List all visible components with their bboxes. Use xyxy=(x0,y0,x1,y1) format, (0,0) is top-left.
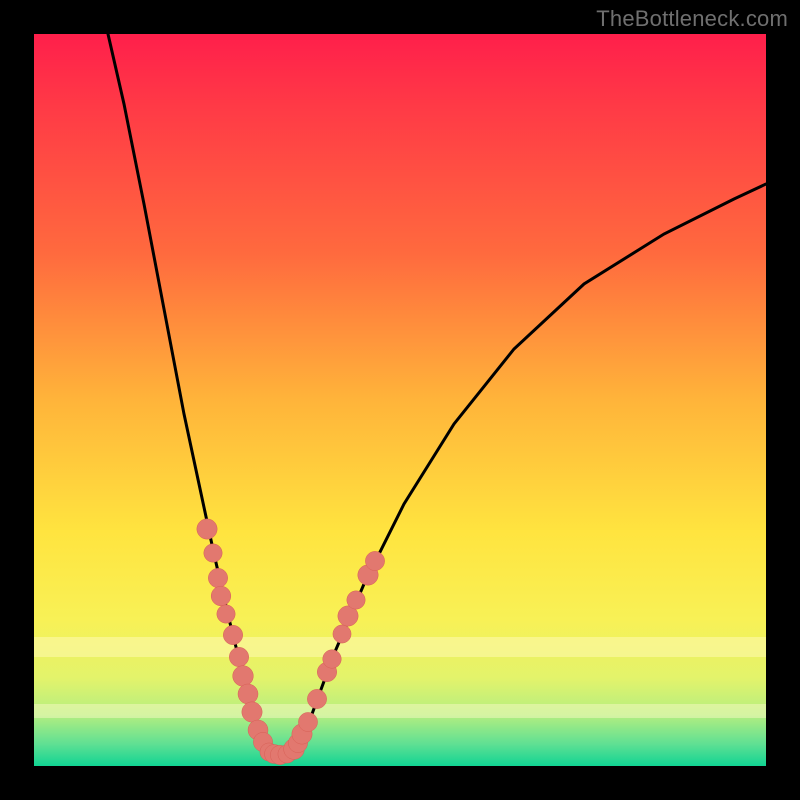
watermark-text: TheBottleneck.com xyxy=(596,6,788,32)
dot-right-5 xyxy=(317,662,336,681)
dot-right-8 xyxy=(338,606,358,626)
dot-left-3 xyxy=(211,586,231,606)
dot-left-7 xyxy=(233,666,254,687)
dot-right-2 xyxy=(292,724,312,744)
dot-right-0 xyxy=(284,739,305,760)
dot-left-0 xyxy=(197,519,217,539)
dot-bottom-3 xyxy=(278,745,296,763)
dot-left-4 xyxy=(217,605,235,623)
dot-right-10 xyxy=(358,565,378,585)
dot-right-11 xyxy=(365,551,384,570)
dot-bottom-0 xyxy=(260,743,278,761)
highlight-band-2 xyxy=(34,704,766,718)
dot-left-11 xyxy=(253,732,272,751)
dot-bottom-2 xyxy=(270,745,289,764)
dot-left-10 xyxy=(248,720,268,740)
dot-left-2 xyxy=(208,568,227,587)
chart-frame: TheBottleneck.com xyxy=(0,0,800,800)
dot-right-1 xyxy=(288,733,307,752)
dot-left-8 xyxy=(238,684,258,704)
dot-bottom-1 xyxy=(265,745,284,764)
curve-right-curve xyxy=(290,184,766,754)
highlight-band-1 xyxy=(34,637,766,657)
plot-area xyxy=(34,34,766,766)
dot-left-1 xyxy=(204,544,222,562)
dot-right-9 xyxy=(347,591,365,609)
